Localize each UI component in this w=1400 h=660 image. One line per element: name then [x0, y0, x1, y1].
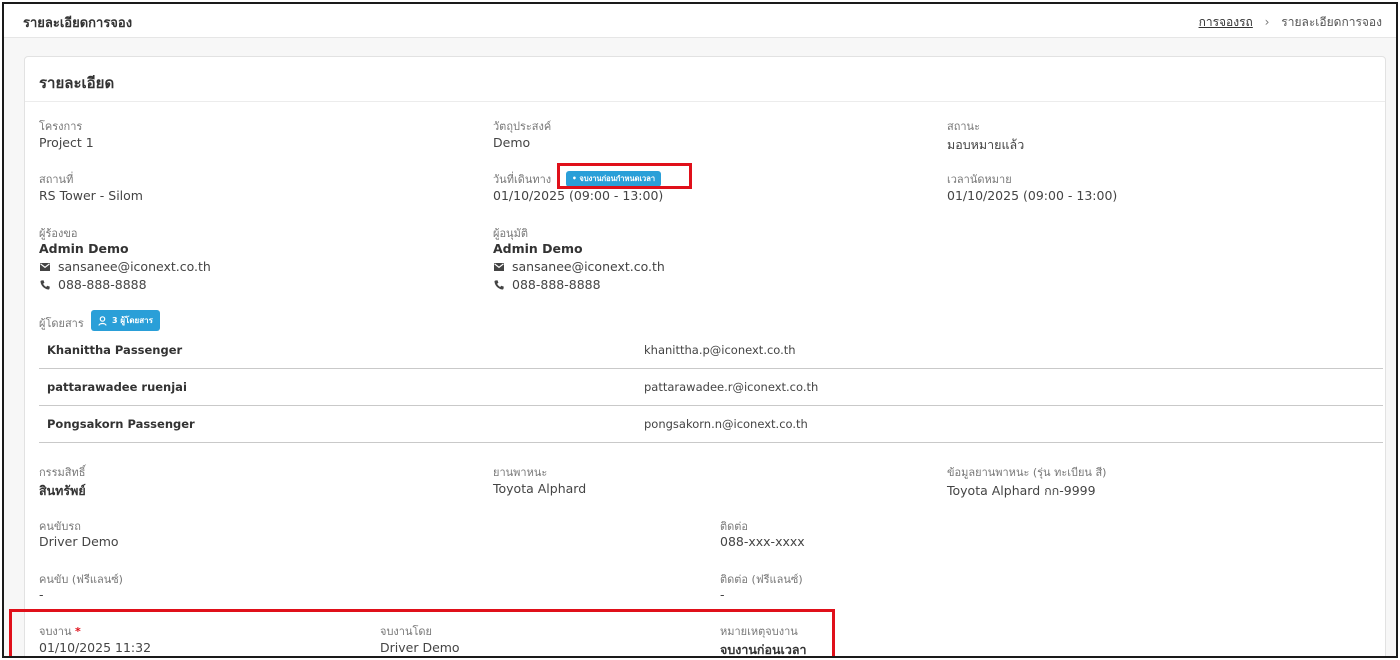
requester-label: ผู้ร้องขอ [39, 227, 78, 240]
page-title: รายละเอียดการจอง [23, 16, 133, 31]
approver-label: ผู้อนุมัติ [493, 227, 528, 240]
job-end-value: 01/10/2025 11:32 [39, 640, 152, 655]
freelance-contact-label: ติดต่อ (ฟรีแลนซ์) [720, 573, 803, 586]
ownership-value: สินทรัพย์ [39, 483, 86, 498]
location-label: สถานที่ [39, 173, 74, 186]
vehicle-info-label: ข้อมูลยานพาหนะ (รุ่น ทะเบียน สี) [947, 466, 1107, 479]
passengers-label: ผู้โดยสาร [39, 317, 84, 330]
freelance-driver-label: คนขับ (ฟรีแลนซ์) [39, 573, 123, 586]
project-value: Project 1 [39, 135, 94, 150]
phone-icon [494, 279, 504, 290]
ended-by-label: จบงานโดย [380, 625, 432, 638]
passenger-name: Khanittha Passenger [47, 343, 183, 357]
phone-icon [40, 279, 50, 290]
job-end-label-text: จบงาน [39, 625, 72, 638]
envelope-icon [40, 262, 50, 271]
driver-label: คนขับรถ [39, 520, 81, 533]
envelope-icon [494, 262, 504, 271]
approver-email-text: sansanee@iconext.co.th [512, 259, 665, 274]
travel-date-label: วันที่เดินทาง [493, 173, 552, 186]
vehicle-info-value: Toyota Alphard กก-9999 [947, 483, 1096, 498]
driver-contact-value: 088-xxx-xxxx [720, 534, 805, 549]
location-value: RS Tower - Silom [39, 188, 143, 203]
breadcrumb-current: รายละเอียดการจอง [1281, 15, 1382, 29]
end-note-value: จบงานก่อนเวลา [720, 642, 807, 657]
passenger-email: pongsakorn.n@iconext.co.th [644, 417, 808, 431]
details-card: รายละเอียด โครงการ Project 1 วัตถุประสงค… [9, 56, 1386, 657]
requester-email: sansanee@iconext.co.th [39, 259, 211, 274]
table-row: Pongsakorn Passenger pongsakorn.n@iconex… [39, 406, 1383, 443]
driver-contact-label: ติดต่อ [720, 520, 749, 533]
vehicle-value: Toyota Alphard [493, 481, 587, 496]
card-title: รายละเอียด [39, 74, 115, 92]
required-asterisk: * [75, 625, 81, 638]
status-label: สถานะ [947, 120, 980, 133]
passenger-email: khanittha.p@iconext.co.th [644, 343, 796, 357]
passenger-name: pattarawadee ruenjai [47, 380, 187, 394]
approver-phone: 088-888-8888 [493, 277, 601, 292]
freelance-contact-value: - [720, 587, 725, 602]
ended-by-value: Driver Demo [380, 640, 460, 655]
approver-email: sansanee@iconext.co.th [493, 259, 665, 274]
passenger-count-badge: 3 ผู้โดยสาร [91, 310, 160, 331]
approver-name: Admin Demo [493, 241, 583, 256]
driver-value: Driver Demo [39, 534, 119, 549]
approver-phone-text: 088-888-8888 [512, 277, 601, 292]
vehicle-label: ยานพาหนะ [493, 466, 548, 479]
card-header: รายละเอียด [25, 57, 1385, 102]
status-value: มอบหมายแล้ว [947, 137, 1025, 152]
purpose-label: วัตถุประสงค์ [493, 120, 552, 133]
requester-phone: 088-888-8888 [39, 277, 147, 292]
appointment-value: 01/10/2025 (09:00 - 13:00) [947, 188, 1118, 203]
travel-date-value: 01/10/2025 (09:00 - 13:00) [493, 188, 664, 203]
app-window: รายละเอียดการจอง การจองรถ › รายละเอียดกา… [2, 2, 1398, 658]
chevron-right-icon: › [1264, 15, 1270, 29]
breadcrumb: การจองรถ › รายละเอียดการจอง [1199, 13, 1382, 32]
table-row: Khanittha Passenger khanittha.p@iconext.… [39, 332, 1383, 369]
freelance-driver-value: - [39, 587, 44, 602]
passenger-email: pattarawadee.r@iconext.co.th [644, 380, 819, 394]
project-label: โครงการ [39, 120, 83, 133]
ownership-label: กรรมสิทธิ์ [39, 466, 86, 479]
appointment-label: เวลานัดหมาย [947, 173, 1012, 186]
purpose-value: Demo [493, 135, 531, 150]
end-note-label: หมายเหตุจบงาน [720, 625, 798, 638]
requester-name: Admin Demo [39, 241, 129, 256]
passenger-name: Pongsakorn Passenger [47, 417, 195, 431]
requester-phone-text: 088-888-8888 [58, 277, 147, 292]
passenger-count-text: 3 ผู้โดยสาร [112, 316, 153, 325]
requester-email-text: sansanee@iconext.co.th [58, 259, 211, 274]
job-end-label: จบงาน * [39, 622, 81, 640]
breadcrumb-link-bookings[interactable]: การจองรถ [1199, 15, 1253, 29]
person-icon [98, 315, 107, 326]
passenger-table: Khanittha Passenger khanittha.p@iconext.… [39, 332, 1383, 443]
table-row: pattarawadee ruenjai pattarawadee.r@icon… [39, 369, 1383, 406]
highlight-box-badge [557, 163, 692, 189]
top-bar: รายละเอียดการจอง การจองรถ › รายละเอียดกา… [4, 4, 1396, 38]
